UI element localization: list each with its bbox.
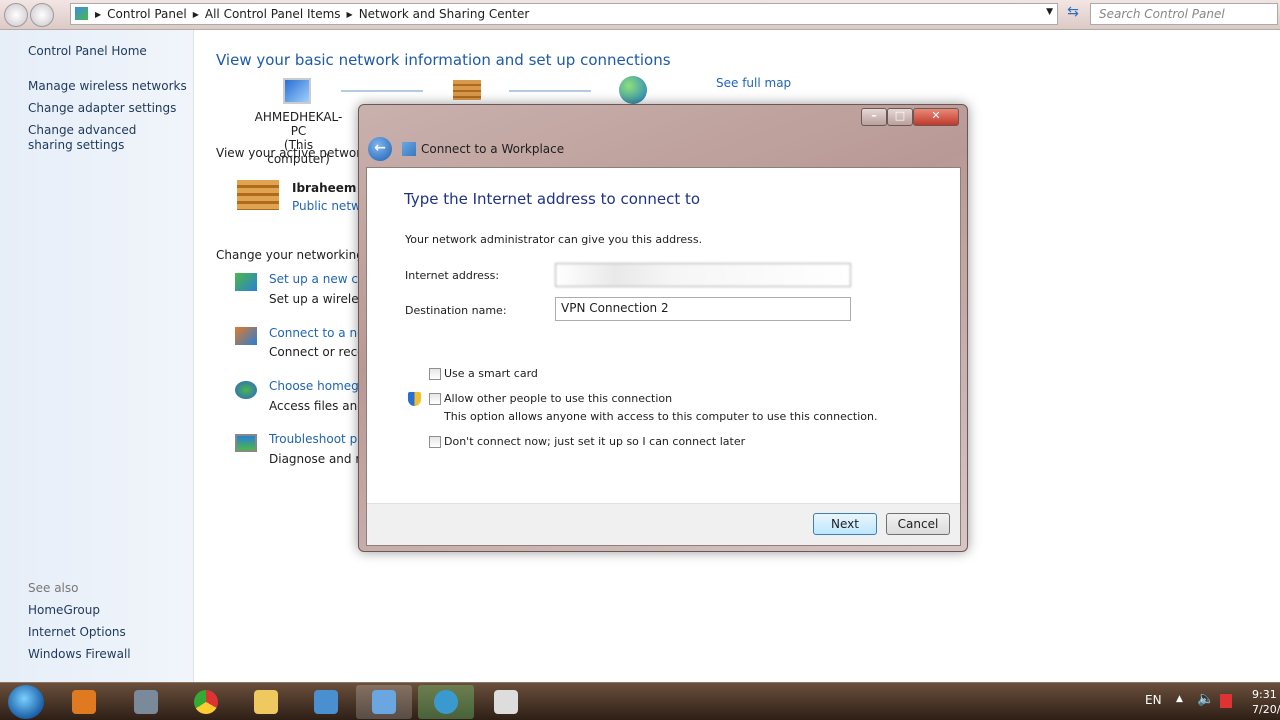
computer-icon (283, 78, 311, 104)
change-settings-label: Change your networking se (216, 248, 382, 262)
see-full-map-link[interactable]: See full map (716, 76, 791, 90)
address-bar: ▶ Control Panel ▶ All Control Panel Item… (0, 0, 1280, 30)
sidebar-homegroup[interactable]: HomeGroup (28, 603, 100, 618)
network-name: Ibraheem (292, 181, 357, 195)
taskbar-control-panel[interactable] (356, 685, 412, 719)
power-icon[interactable] (1220, 694, 1232, 708)
connector-line (341, 90, 423, 92)
refresh-icon[interactable]: ⇆ (1062, 4, 1084, 24)
globe-icon (619, 76, 647, 104)
chevron-right-icon: ▶ (346, 9, 353, 19)
chevron-down-icon[interactable]: ▼ (1046, 7, 1053, 17)
dont-connect-checkbox[interactable] (429, 436, 441, 448)
clock[interactable]: 9:31 7/20/ (1252, 687, 1280, 717)
close-button[interactable]: ✕ (913, 108, 959, 126)
clock-time: 9:31 (1252, 688, 1277, 701)
dialog-content: Type the Internet address to connect to … (366, 167, 961, 546)
task-desc: Connect or recon (269, 345, 373, 359)
computer-name: AHMEDHEKAL-PC (254, 110, 343, 138)
start-button[interactable] (8, 685, 44, 719)
destination-label: Destination name: (405, 304, 507, 317)
sidebar-windows-firewall[interactable]: Windows Firewall (28, 647, 131, 662)
sidebar-manage-wireless[interactable]: Manage wireless networks (28, 79, 187, 94)
search-input[interactable]: Search Control Panel (1090, 3, 1278, 25)
sidebar-change-adapter[interactable]: Change adapter settings (28, 101, 176, 116)
clock-date: 7/20/ (1252, 703, 1280, 716)
control-panel-icon (75, 7, 88, 20)
taskbar-tools[interactable] (118, 685, 174, 719)
workplace-icon (402, 142, 416, 156)
back-arrow-icon[interactable]: ← (368, 137, 392, 161)
task-homegroup[interactable]: Choose homegro (269, 379, 371, 393)
chevron-right-icon: ▶ (192, 9, 199, 19)
crumb-all-items[interactable]: All Control Panel Items (205, 7, 341, 21)
crumb-network-center[interactable]: Network and Sharing Center (359, 7, 530, 21)
crumb-control-panel[interactable]: Control Panel (107, 7, 187, 21)
cancel-button[interactable]: Cancel (886, 513, 950, 535)
tray-expand-icon[interactable]: ▲ (1176, 694, 1183, 704)
taskbar-explorer[interactable] (238, 685, 294, 719)
taskbar-recorder[interactable] (478, 685, 534, 719)
taskbar-chrome[interactable] (178, 685, 234, 719)
task-troubleshoot[interactable]: Troubleshoot pro (269, 432, 369, 446)
internet-address-label: Internet address: (405, 269, 500, 282)
smart-card-checkbox[interactable] (429, 368, 441, 380)
sidebar-advanced-sharing[interactable]: Change advanced sharing settings (28, 123, 178, 153)
internet-address-input[interactable] (555, 263, 851, 287)
new-connection-icon (235, 273, 257, 291)
sidebar-control-panel-home[interactable]: Control Panel Home (28, 44, 147, 59)
taskbar: EN ▲ 🔈 9:31 7/20/ (0, 682, 1280, 720)
allow-others-desc: This option allows anyone with access to… (444, 410, 878, 423)
page-title: View your basic network information and … (216, 51, 671, 69)
taskbar-window[interactable] (298, 685, 354, 719)
sidebar: Control Panel Home Manage wireless netwo… (0, 30, 194, 682)
dont-connect-label[interactable]: Don't connect now; just set it up so I c… (444, 435, 745, 448)
dialog-title: Connect to a Workplace (421, 142, 565, 156)
info-text: Your network administrator can give you … (405, 233, 703, 246)
forward-button[interactable] (30, 3, 54, 27)
bench-icon (237, 180, 279, 210)
bench-icon (453, 80, 481, 100)
minimize-button[interactable]: – (861, 108, 887, 126)
dialog-footer: Next Cancel (367, 503, 960, 545)
allow-others-checkbox[interactable] (429, 393, 441, 405)
chevron-right-icon: ▶ (95, 9, 102, 19)
next-button[interactable]: Next (813, 513, 877, 535)
volume-icon[interactable]: 🔈 (1197, 691, 1214, 707)
allow-others-label[interactable]: Allow other people to use this connectio… (444, 392, 672, 405)
uac-shield-icon (408, 392, 421, 406)
smart-card-label[interactable]: Use a smart card (444, 367, 538, 380)
dialog-heading: Type the Internet address to connect to (404, 190, 701, 208)
taskbar-media-player[interactable] (56, 685, 112, 719)
connect-network-icon (235, 327, 257, 345)
taskbar-network-wizard[interactable] (418, 685, 474, 719)
language-indicator[interactable]: EN (1145, 693, 1162, 707)
active-networks-label: View your active networks (216, 146, 375, 160)
maximize-button[interactable]: □ (887, 108, 913, 126)
sidebar-internet-options[interactable]: Internet Options (28, 625, 126, 640)
see-also-label: See also (28, 581, 79, 595)
back-button[interactable] (4, 3, 28, 27)
destination-name-input[interactable]: VPN Connection 2 (555, 297, 851, 321)
troubleshoot-icon (235, 434, 257, 452)
connect-workplace-dialog: – □ ✕ ← Connect to a Workplace Type the … (358, 104, 968, 552)
breadcrumb[interactable]: ▶ Control Panel ▶ All Control Panel Item… (70, 3, 1058, 25)
homegroup-icon (235, 381, 257, 399)
network-type-link[interactable]: Public netwo (292, 199, 368, 213)
connector-line (509, 90, 591, 92)
